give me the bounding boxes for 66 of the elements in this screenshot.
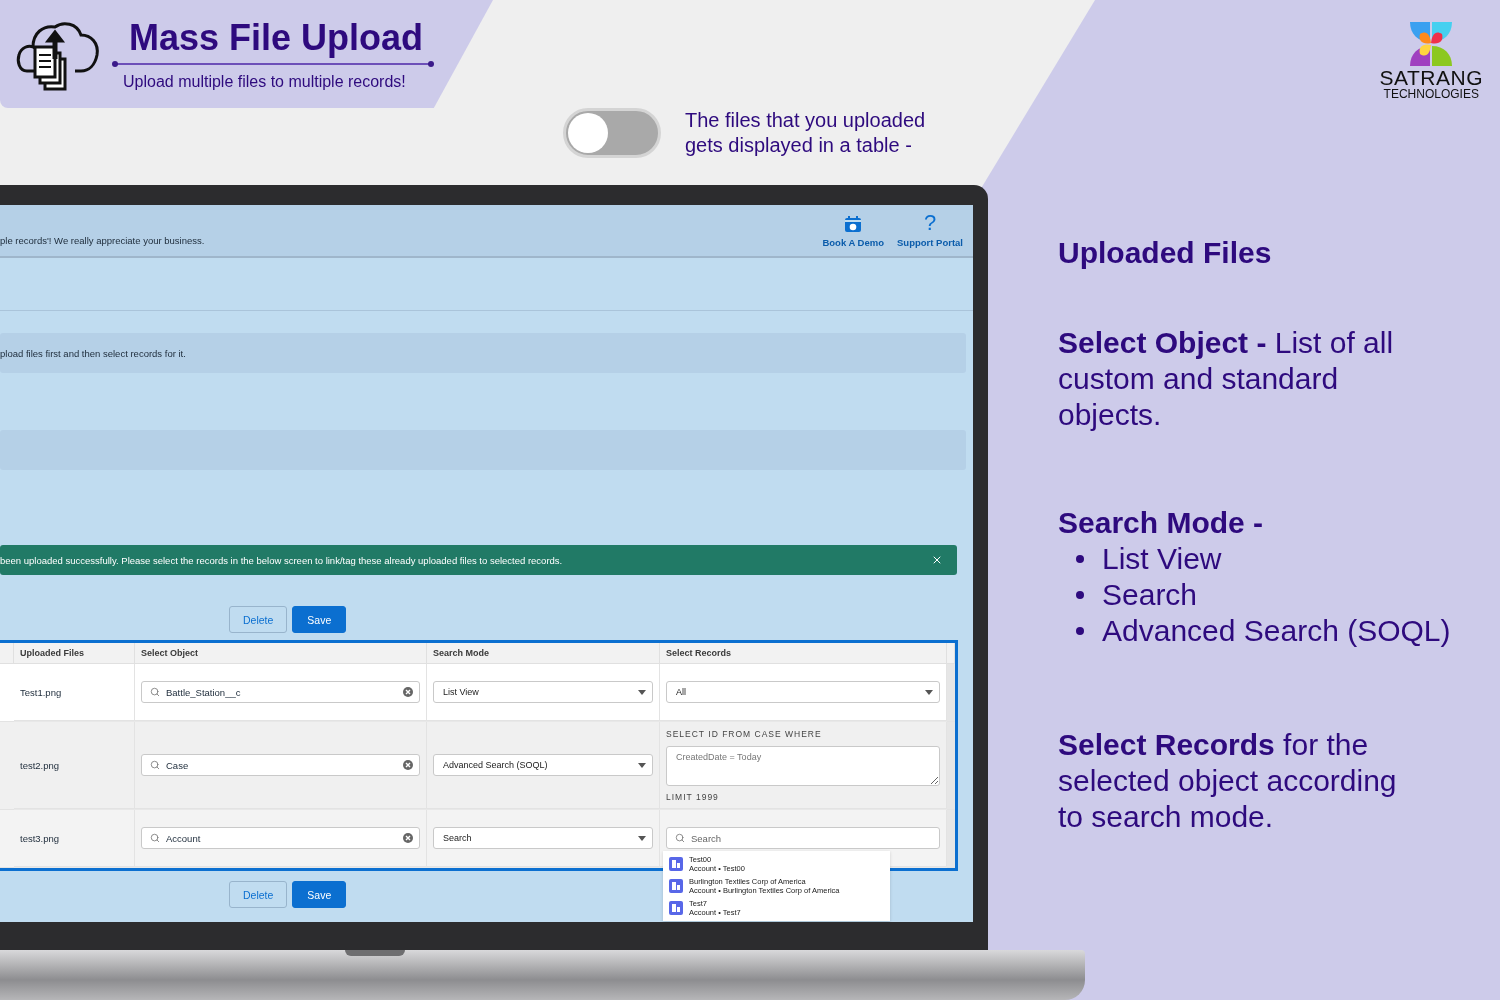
logo-tagline: TECHNOLOGIES [1383,88,1479,100]
search-icon [675,833,685,843]
list-item: Advanced Search (SOQL) [1102,613,1451,649]
object-search-field[interactable]: Case [141,754,420,776]
building-icon [669,879,683,893]
header-message: ple records'! We really appreciate your business. [0,235,205,246]
column-header: Search Mode [427,643,660,664]
records-search-field[interactable]: Search [666,827,940,849]
query-suffix: LIMIT 1999 [666,791,720,802]
delete-button[interactable]: Delete [229,881,288,908]
caret-icon [638,835,646,841]
header-link[interactable]: ? Support Portal [897,213,963,248]
bullet-icon [1076,627,1084,635]
section-text: Select Object - List of all custom and standard objects. [1058,325,1395,433]
object-value: Battle_Station__c [166,686,241,698]
header-cell [947,643,955,664]
object-search-field[interactable]: Battle_Station__c [141,681,420,703]
clear-icon[interactable] [403,760,413,770]
search-icon [150,687,160,697]
toast-message: been uploaded successfully. Please select the records in the below screen to link/tag these already uploaded files to selected records. [0,554,563,566]
file-name: Test1.png [20,686,63,698]
caret-icon [925,689,933,695]
calendar-icon [844,215,863,233]
save-button[interactable]: Save [292,881,347,908]
toggle-switch[interactable] [563,108,661,158]
query-field[interactable]: CreatedDate = Today [666,745,940,786]
building-icon [669,857,683,871]
help-icon: ? [923,213,937,233]
object-value: Account [166,832,201,844]
laptop-notch [345,950,405,956]
bullet-icon [1076,555,1084,563]
section-text: Select Records for the selected object according to search mode. [1058,727,1398,835]
save-button[interactable]: Save [292,606,347,633]
clear-icon[interactable] [403,833,413,843]
section-heading: Uploaded Files [1058,235,1273,271]
section-heading: Search Mode - [1058,505,1265,541]
delete-button[interactable]: Delete [229,606,288,633]
info-text: pload files first and then select records for it. [0,347,186,359]
search-icon [150,760,160,770]
logo-name: SATRANG [1379,68,1483,88]
bullet-icon [1076,591,1084,599]
close-icon[interactable] [931,554,943,566]
building-icon [669,901,683,915]
object-search-field[interactable]: Account [141,827,420,849]
column-header: Select Object [135,643,427,664]
clear-icon[interactable] [403,687,413,697]
file-name: test3.png [20,832,61,844]
caret-icon [638,689,646,695]
object-value: Case [166,759,189,771]
header-link[interactable]: Book A Demo [822,215,884,248]
file-name: test2.png [20,759,61,771]
toggle-caption: The files that you uploaded gets displayed in a table - [685,108,927,158]
mode-select[interactable]: Advanced Search (SOQL) [433,754,653,776]
column-header: Uploaded Files [14,643,135,664]
banner-title: Mass File Upload [128,17,424,59]
caret-icon [638,762,646,768]
banner-subtitle: Upload multiple files to multiple records! [122,73,406,91]
list-item: Search [1102,577,1198,613]
mode-select[interactable]: List View [433,681,653,703]
logo-icon [1408,20,1455,68]
search-icon [150,833,160,843]
list-item: List View [1102,541,1222,577]
column-header: Select Records [660,643,947,664]
mode-select[interactable]: Search [433,827,653,849]
records-select[interactable]: All [666,681,940,703]
query-prefix: SELECT ID FROM CASE WHERE [666,728,823,739]
